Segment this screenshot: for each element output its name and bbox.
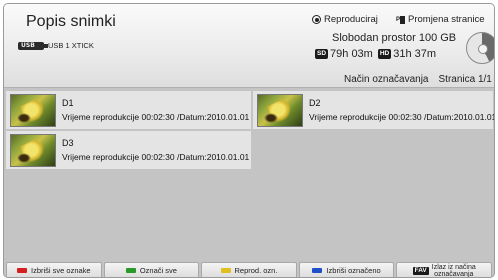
blue-key-icon — [312, 268, 323, 273]
recordings-screen: Popis snimki USB 1 XTICK Reproduciraj P … — [3, 3, 495, 278]
sd-badge: SD — [315, 49, 329, 59]
yellow-key-icon — [220, 268, 231, 273]
play-option-label: Reproduciraj — [324, 14, 378, 25]
disk-usage-icon — [466, 32, 494, 64]
clear-all-marks-button[interactable]: Izbriši sve oznake — [6, 262, 102, 277]
list-item[interactable]: D3 Vrijeme reprodukcije 00:02:30 /Datum:… — [6, 131, 251, 169]
device-indicator: USB 1 XTICK — [18, 41, 94, 50]
green-key-icon — [125, 268, 136, 273]
page-title: Popis snimki — [26, 13, 116, 30]
fav-key-icon: FAV — [412, 266, 429, 275]
hd-badge: HD — [377, 49, 392, 59]
footer-bar: Izbriši sve oznake Označi sve Reprod. oz… — [4, 262, 494, 278]
radio-icon — [312, 15, 321, 24]
thumbnail-image — [257, 94, 303, 127]
exit-label: Izlaz iz načina označavanja — [431, 263, 476, 278]
free-space: Slobodan prostor 100 GB — [332, 32, 457, 44]
list-item[interactable]: D1 Vrijeme reprodukcije 00:02:30 /Datum:… — [6, 91, 251, 129]
page-change-label: Promjena stranice — [408, 14, 485, 25]
remaining-time: SD 79h 03m HD 31h 37m — [315, 48, 436, 60]
delete-marked-button[interactable]: Izbriši označeno — [298, 262, 395, 277]
mark-all-button[interactable]: Označi sve — [103, 262, 200, 277]
thumbnail-image — [10, 134, 56, 167]
page-change-option[interactable]: P Promjena stranice — [396, 14, 485, 25]
play-marked-button[interactable]: Reprod. ozn. — [201, 262, 297, 277]
usb-icon — [18, 41, 48, 50]
page-indicator: Stranica 1/1 — [438, 74, 492, 85]
recording-meta: Vrijeme reprodukcije 00:02:30 /Datum:201… — [62, 152, 250, 162]
recording-name: D3 — [62, 138, 74, 148]
recording-name: D1 — [62, 98, 74, 108]
list-item[interactable]: D2 Vrijeme reprodukcije 00:02:30 /Datum:… — [253, 91, 495, 129]
header: Popis snimki USB 1 XTICK Reproduciraj P … — [4, 4, 494, 88]
page-key-icon: P — [396, 15, 405, 25]
exit-mark-mode-button[interactable]: FAV Izlaz iz načina označavanja — [396, 262, 492, 278]
recording-name: D2 — [309, 98, 321, 108]
sd-time: 79h 03m — [330, 48, 373, 60]
thumbnail-image — [10, 94, 56, 127]
red-key-icon — [16, 268, 27, 273]
recording-meta: Vrijeme reprodukcije 00:02:30 /Datum:201… — [309, 112, 495, 122]
device-label: USB 1 XTICK — [48, 41, 94, 50]
mode-label: Način označavanja — [344, 74, 429, 85]
recording-meta: Vrijeme reprodukcije 00:02:30 /Datum:201… — [62, 112, 250, 122]
play-option[interactable]: Reproduciraj — [312, 14, 378, 25]
mode-row: Način označavanja Stranica 1/1 — [344, 74, 492, 85]
hd-time: 31h 37m — [393, 48, 437, 60]
